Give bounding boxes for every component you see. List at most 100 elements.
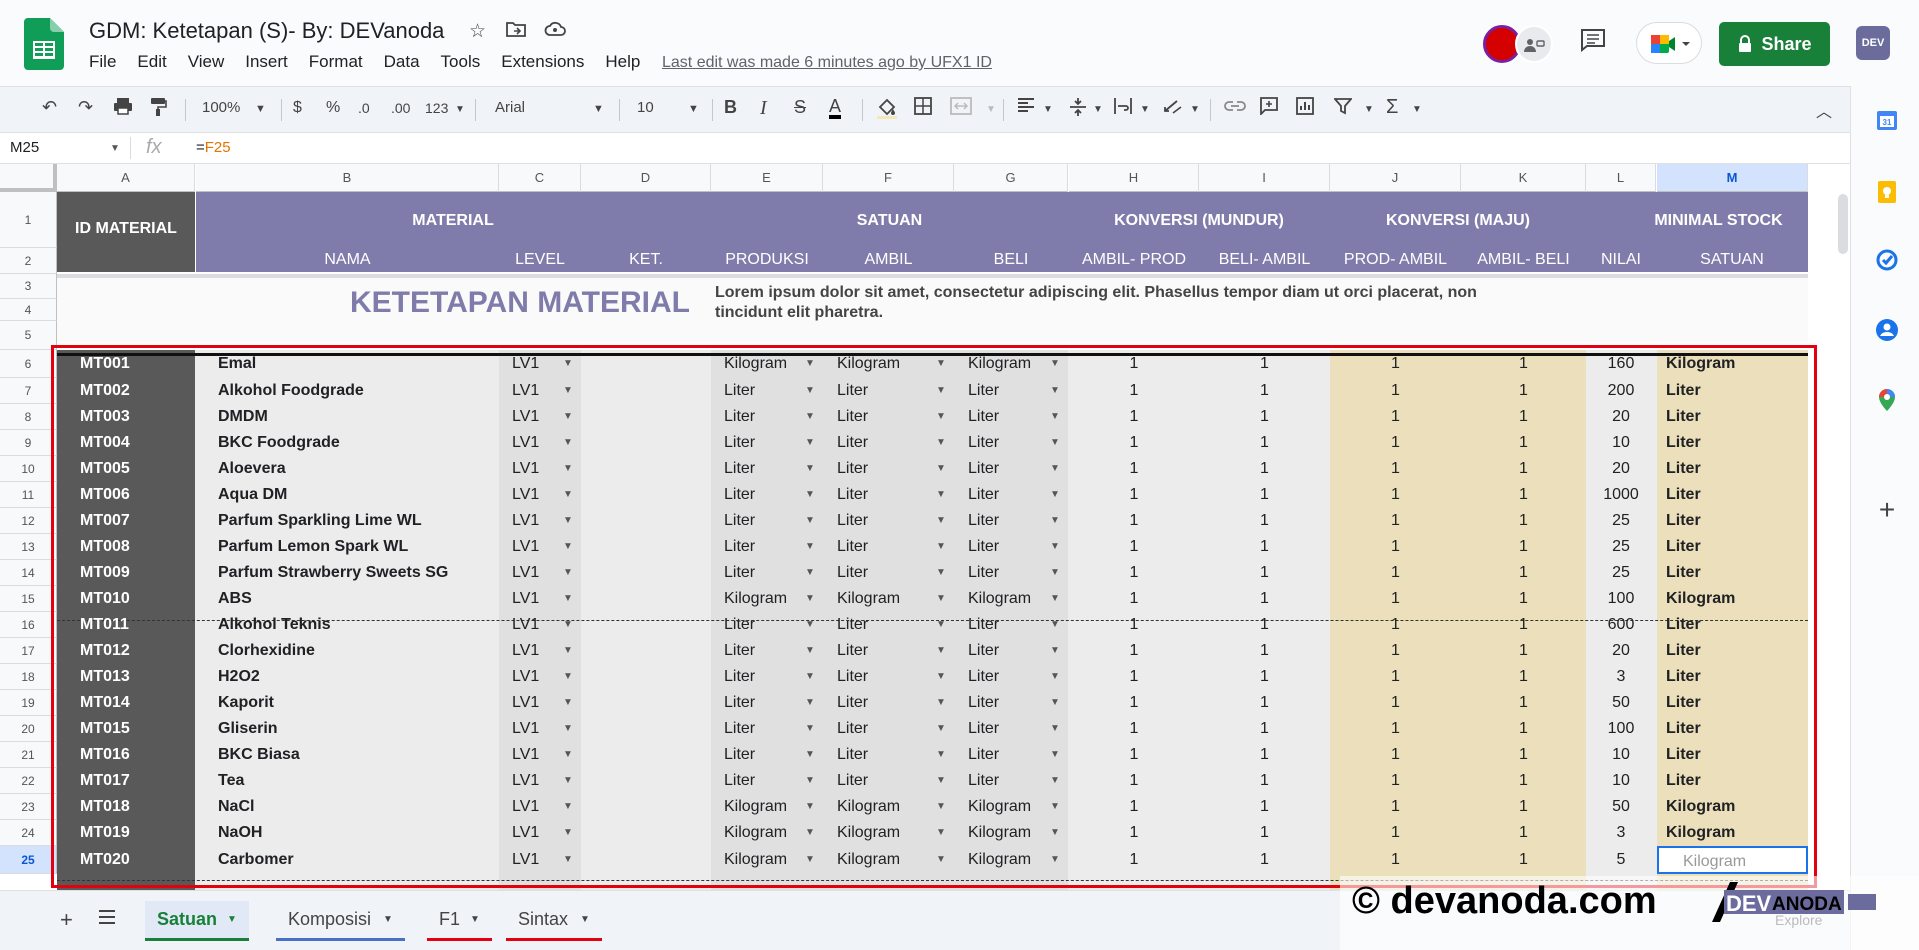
produksi-cell[interactable]: Liter: [724, 430, 804, 456]
material-name-cell[interactable]: Kaporit: [218, 690, 498, 716]
material-name-cell[interactable]: Parfum Strawberry Sweets SG: [218, 560, 498, 586]
nilai-cell[interactable]: 10: [1586, 742, 1656, 768]
dropdown-chevron-icon[interactable]: ▼: [805, 378, 815, 404]
ambil-prod-cell[interactable]: 1: [1069, 430, 1199, 456]
produksi-cell[interactable]: Kilogram: [724, 586, 804, 612]
dropdown-chevron-icon[interactable]: ▼: [805, 404, 815, 430]
prod-ambil-cell[interactable]: 1: [1330, 742, 1461, 768]
row-header-1[interactable]: 1: [0, 192, 57, 248]
menu-view[interactable]: View: [188, 52, 225, 76]
material-id-cell[interactable]: MT018: [80, 794, 190, 820]
bold-button[interactable]: B: [724, 97, 737, 118]
dropdown-chevron-icon[interactable]: ▼: [563, 612, 573, 638]
functions-button[interactable]: Σ: [1386, 96, 1398, 119]
comments-icon[interactable]: [1580, 28, 1606, 59]
beli-cell[interactable]: Kilogram: [968, 350, 1048, 378]
dropdown-chevron-icon[interactable]: ▼: [563, 456, 573, 482]
chevron-down-icon[interactable]: ▼: [110, 143, 120, 154]
column-header-g[interactable]: G: [954, 164, 1068, 192]
menu-insert[interactable]: Insert: [245, 52, 288, 76]
ambil-cell[interactable]: Liter: [837, 742, 932, 768]
contacts-icon[interactable]: [1875, 318, 1899, 342]
satuan-cell[interactable]: Liter: [1666, 768, 1806, 794]
row-header-16[interactable]: 16: [0, 612, 57, 638]
formula-input[interactable]: =F25: [196, 139, 231, 156]
ambil-beli-cell[interactable]: 1: [1461, 716, 1586, 742]
dropdown-chevron-icon[interactable]: ▼: [1050, 482, 1060, 508]
ambil-cell[interactable]: Kilogram: [837, 794, 932, 820]
chevron-down-icon[interactable]: ▼: [255, 103, 266, 115]
column-header-m[interactable]: M: [1657, 164, 1808, 192]
row-header-6[interactable]: 6: [0, 350, 57, 378]
nilai-cell[interactable]: 25: [1586, 508, 1656, 534]
row-header-17[interactable]: 17: [0, 638, 57, 664]
text-wrap-icon[interactable]: [1113, 97, 1133, 120]
dropdown-chevron-icon[interactable]: ▼: [1050, 846, 1060, 874]
beli-ambil-cell[interactable]: 1: [1199, 690, 1330, 716]
row-header-22[interactable]: 22: [0, 768, 57, 794]
ambil-prod-cell[interactable]: 1: [1069, 404, 1199, 430]
sheets-logo-icon[interactable]: [24, 18, 64, 70]
ambil-cell[interactable]: Liter: [837, 508, 932, 534]
nilai-cell[interactable]: 25: [1586, 534, 1656, 560]
chevron-down-icon[interactable]: ▼: [455, 104, 465, 115]
ambil-cell[interactable]: Liter: [837, 560, 932, 586]
produksi-cell[interactable]: Liter: [724, 560, 804, 586]
beli-cell[interactable]: Liter: [968, 716, 1048, 742]
dropdown-chevron-icon[interactable]: ▼: [563, 690, 573, 716]
satuan-cell[interactable]: Liter: [1666, 456, 1806, 482]
currency-format-button[interactable]: $: [293, 99, 302, 117]
produksi-cell[interactable]: Liter: [724, 716, 804, 742]
satuan-cell[interactable]: Liter: [1666, 716, 1806, 742]
material-id-cell[interactable]: MT008: [80, 534, 190, 560]
material-id-cell[interactable]: MT009: [80, 560, 190, 586]
nilai-cell[interactable]: 1000: [1586, 482, 1656, 508]
chevron-down-icon[interactable]: ▼: [1043, 104, 1053, 115]
dropdown-chevron-icon[interactable]: ▼: [1050, 586, 1060, 612]
column-header-i[interactable]: I: [1199, 164, 1330, 192]
dropdown-chevron-icon[interactable]: ▼: [1050, 612, 1060, 638]
material-id-cell[interactable]: MT004: [80, 430, 190, 456]
row-header-5[interactable]: 5: [0, 321, 57, 350]
dropdown-chevron-icon[interactable]: ▼: [805, 768, 815, 794]
dropdown-chevron-icon[interactable]: ▼: [1050, 430, 1060, 456]
beli-ambil-cell[interactable]: 1: [1199, 350, 1330, 378]
produksi-cell[interactable]: Liter: [724, 612, 804, 638]
dropdown-chevron-icon[interactable]: ▼: [563, 820, 573, 846]
ambil-prod-cell[interactable]: 1: [1069, 846, 1199, 874]
undo-icon[interactable]: ↶: [42, 97, 57, 118]
prod-ambil-cell[interactable]: 1: [1330, 820, 1461, 846]
dropdown-chevron-icon[interactable]: ▼: [805, 482, 815, 508]
satuan-cell[interactable]: Liter: [1666, 482, 1806, 508]
ambil-prod-cell[interactable]: 1: [1069, 820, 1199, 846]
dropdown-chevron-icon[interactable]: ▼: [563, 350, 573, 378]
ambil-prod-cell[interactable]: 1: [1069, 560, 1199, 586]
material-name-cell[interactable]: Tea: [218, 768, 498, 794]
dropdown-chevron-icon[interactable]: ▼: [1050, 456, 1060, 482]
tab-sintax[interactable]: Sintax ▼: [506, 901, 602, 941]
chevron-down-icon[interactable]: ▼: [1190, 104, 1200, 115]
tasks-icon[interactable]: [1875, 248, 1899, 272]
row-header-21[interactable]: 21: [0, 742, 57, 768]
dropdown-chevron-icon[interactable]: ▼: [936, 508, 946, 534]
add-sheet-icon[interactable]: +: [60, 907, 73, 933]
menu-tools[interactable]: Tools: [441, 52, 481, 76]
ambil-prod-cell[interactable]: 1: [1069, 612, 1199, 638]
column-header-b[interactable]: B: [196, 164, 499, 192]
beli-cell[interactable]: Liter: [968, 768, 1048, 794]
text-color-button[interactable]: A: [829, 97, 842, 119]
dropdown-chevron-icon[interactable]: ▼: [936, 404, 946, 430]
satuan-cell[interactable]: Kilogram: [1657, 846, 1808, 874]
dropdown-chevron-icon[interactable]: ▼: [563, 638, 573, 664]
dropdown-chevron-icon[interactable]: ▼: [805, 690, 815, 716]
satuan-cell[interactable]: Kilogram: [1666, 350, 1806, 378]
beli-ambil-cell[interactable]: 1: [1199, 716, 1330, 742]
row-header-14[interactable]: 14: [0, 560, 57, 586]
satuan-cell[interactable]: Liter: [1666, 404, 1806, 430]
nilai-cell[interactable]: 600: [1586, 612, 1656, 638]
level-cell[interactable]: LV1: [512, 612, 562, 638]
beli-ambil-cell[interactable]: 1: [1199, 456, 1330, 482]
ambil-cell[interactable]: Liter: [837, 404, 932, 430]
produksi-cell[interactable]: Liter: [724, 456, 804, 482]
prod-ambil-cell[interactable]: 1: [1330, 482, 1461, 508]
